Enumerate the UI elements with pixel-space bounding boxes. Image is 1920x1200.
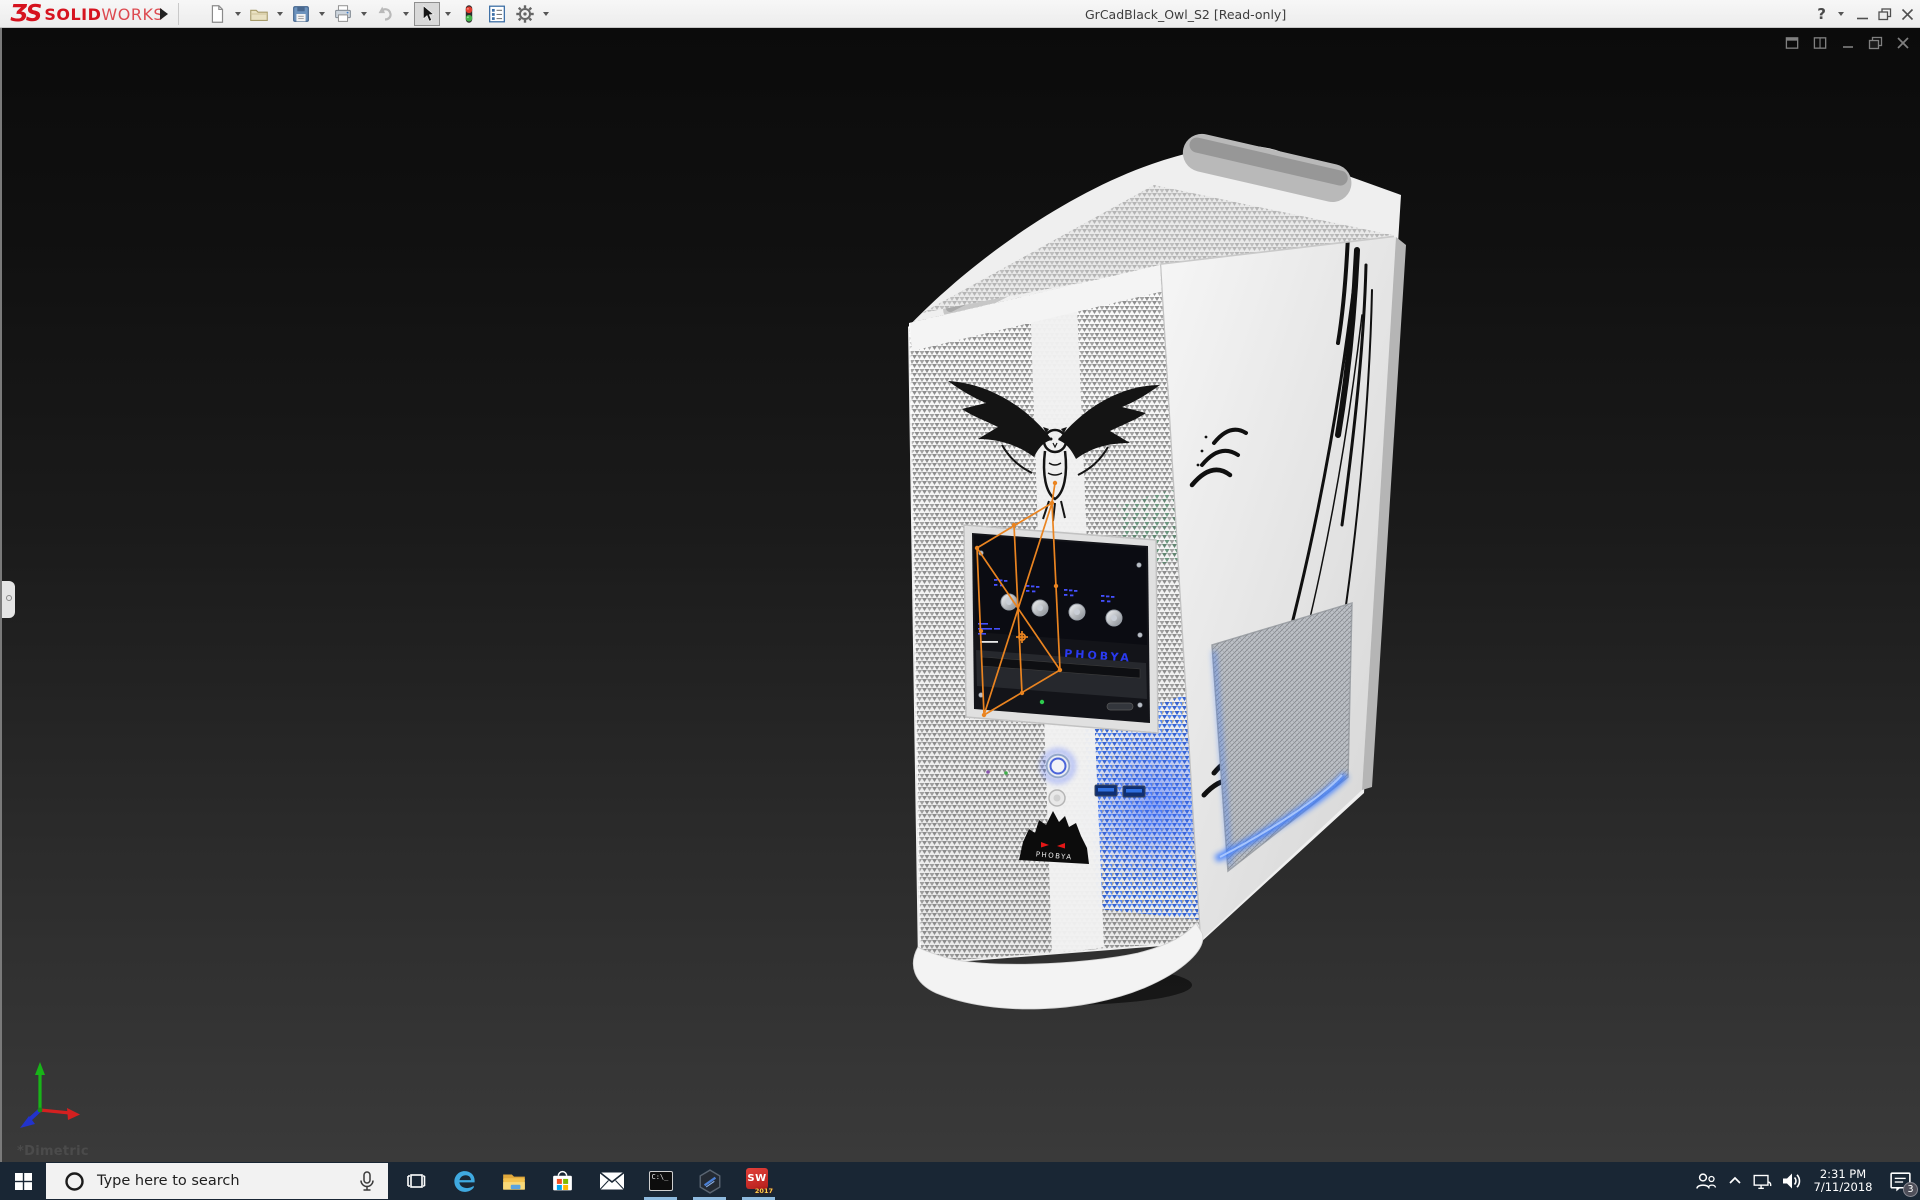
solidworks-2017-icon: SW 2017 [746, 1168, 771, 1194]
screen: ƷS SOLIDWORKS [0, 0, 1920, 1200]
fan-controller[interactable]: PHOBYA [964, 525, 1158, 733]
view-orientation-label: *Dimetric [17, 1144, 89, 1159]
volume-button[interactable] [1776, 1162, 1806, 1200]
people-button[interactable] [1690, 1162, 1722, 1200]
save-caret[interactable] [319, 12, 325, 16]
doc-close-button[interactable] [1896, 36, 1910, 50]
standard-toolbar [204, 2, 552, 26]
graphics-viewport[interactable]: PHOBYA [0, 28, 1920, 1162]
taskbar-item-command-prompt[interactable]: C:\_ [636, 1162, 685, 1200]
taskbar-apps: C:\_ SW 2017 [391, 1162, 783, 1200]
select-caret[interactable] [445, 12, 451, 16]
search-placeholder: Type here to search [97, 1173, 240, 1189]
triad-x-axis [40, 1110, 70, 1113]
undo-icon [374, 3, 396, 25]
window-controls: ? [1817, 0, 1914, 28]
tray-overflow-button[interactable] [1722, 1162, 1748, 1200]
document-title: GrCadBlack_Owl_S2 [Read-only] [1085, 7, 1286, 22]
case-side-panel[interactable] [1160, 235, 1406, 941]
window-pane-split-icon[interactable] [1813, 36, 1828, 50]
open-folder-icon [248, 3, 270, 25]
taskbar: Type here to search [0, 1162, 1920, 1200]
controller-display-line [980, 641, 998, 643]
undo-button[interactable] [372, 2, 398, 26]
windows-logo-icon [15, 1173, 32, 1190]
traffic-light-icon [458, 3, 480, 25]
select-cursor-icon [416, 3, 438, 25]
command-prompt-icon: C:\_ [649, 1171, 673, 1191]
file-explorer-icon [501, 1168, 527, 1194]
clock[interactable]: 2:31 PM 7/11/2018 [1810, 1168, 1876, 1194]
speaker-icon [1779, 1169, 1803, 1193]
taskbar-item-edge[interactable] [440, 1162, 489, 1200]
notification-badge: 3 [1903, 1182, 1918, 1197]
task-view-icon [404, 1169, 428, 1193]
taskbar-item-file-explorer[interactable] [489, 1162, 538, 1200]
new-document-icon [206, 3, 228, 25]
power-button[interactable] [1043, 751, 1073, 781]
settings-button[interactable] [512, 2, 538, 26]
solidworks-logo-mark: ƷS [10, 1, 40, 27]
microsoft-store-icon [550, 1168, 575, 1194]
dvd-eject-button[interactable] [1107, 703, 1133, 710]
search-input[interactable]: Type here to search [46, 1163, 388, 1199]
edrawings-hexagon-icon [697, 1168, 723, 1195]
print-icon [332, 3, 354, 25]
help-caret[interactable] [1838, 12, 1844, 16]
solidworks-logo: ƷS SOLIDWORKS [10, 1, 164, 27]
open-caret[interactable] [277, 12, 283, 16]
featuremanager-tab-icon [6, 595, 12, 601]
settings-caret[interactable] [543, 12, 549, 16]
task-view-button[interactable] [391, 1162, 440, 1200]
rebuild-button[interactable] [456, 2, 482, 26]
clock-date: 7/11/2018 [1810, 1181, 1876, 1194]
people-icon [1694, 1169, 1718, 1193]
chevron-up-icon [1727, 1173, 1743, 1189]
doc-minimize-button[interactable] [1841, 36, 1855, 50]
document-window-controls [1785, 36, 1910, 50]
help-button[interactable]: ? [1817, 5, 1826, 23]
gear-icon [514, 3, 536, 25]
minimize-button[interactable] [1856, 8, 1869, 21]
taskbar-item-mail[interactable] [587, 1162, 636, 1200]
start-button[interactable] [0, 1162, 46, 1200]
save-button[interactable] [288, 2, 314, 26]
system-tray: 2:31 PM 7/11/2018 3 [1690, 1162, 1920, 1200]
action-center-button[interactable]: 3 [1880, 1162, 1920, 1200]
cortana-icon [64, 1171, 85, 1192]
taskbar-item-microsoft-store[interactable] [538, 1162, 587, 1200]
new-document-caret[interactable] [235, 12, 241, 16]
titlebar: ƷS SOLIDWORKS [0, 0, 1920, 28]
restore-button[interactable] [1878, 8, 1892, 21]
microphone-icon[interactable] [356, 1170, 378, 1193]
options-list-icon [486, 3, 508, 25]
taskbar-item-edrawings[interactable] [685, 1162, 734, 1200]
featuremanager-collapsed-tab[interactable] [2, 581, 15, 618]
taskbar-item-solidworks[interactable]: SW 2017 [734, 1162, 783, 1200]
save-floppy-icon [290, 3, 312, 25]
undo-caret[interactable] [403, 12, 409, 16]
dvd-led [1040, 700, 1044, 704]
doc-restore-button[interactable] [1868, 36, 1883, 50]
print-caret[interactable] [361, 12, 367, 16]
new-document-button[interactable] [204, 2, 230, 26]
close-button[interactable] [1901, 8, 1914, 21]
network-button[interactable] [1748, 1162, 1776, 1200]
display-options-button[interactable] [484, 2, 510, 26]
window-pane-icon[interactable] [1785, 36, 1800, 50]
menu-flyout-arrow-icon[interactable] [160, 8, 168, 20]
3d-model-pc-case[interactable]: PHOBYA [902, 85, 1422, 1035]
open-button[interactable] [246, 2, 272, 26]
select-tool-button[interactable] [414, 2, 440, 26]
mail-icon [599, 1169, 625, 1193]
edge-icon [451, 1168, 478, 1195]
toolbar-separator [178, 3, 179, 25]
print-button[interactable] [330, 2, 356, 26]
network-icon [1751, 1170, 1773, 1192]
reset-button[interactable] [1049, 790, 1065, 806]
